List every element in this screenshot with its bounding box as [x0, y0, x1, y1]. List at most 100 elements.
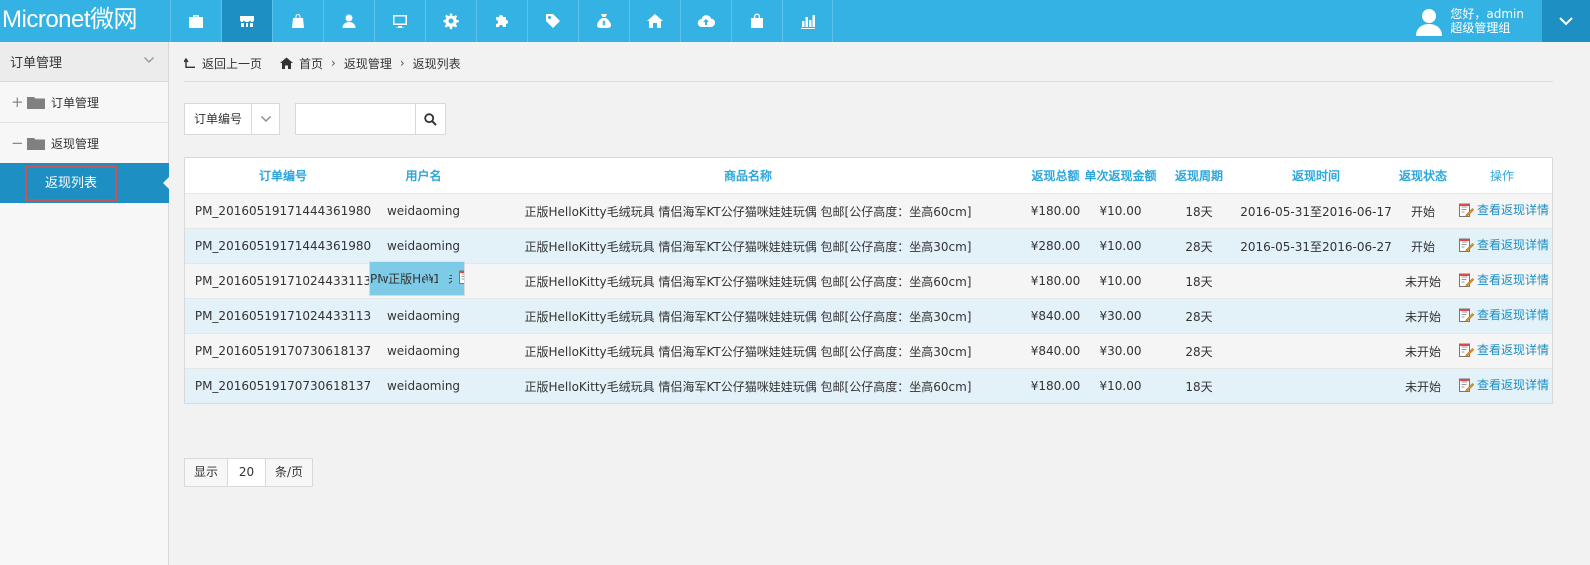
cashback-period-cell: 18天	[1185, 204, 1213, 219]
user-info[interactable]: 您好，admin 超级管理组	[1414, 0, 1524, 42]
user-icon	[342, 14, 356, 28]
cashback-time-cell: 2016-05-31至2016-06-27	[1240, 239, 1392, 254]
table-row[interactable]: PM_20160519170730618137 weidaoming 正版Hello…	[185, 368, 1552, 403]
page-size-input[interactable]: 20	[227, 459, 267, 486]
view-detail-link[interactable]: 查看返现详情	[458, 269, 465, 286]
nav-user-button[interactable]	[323, 0, 374, 42]
view-detail-link[interactable]: 查看返现详情	[1458, 201, 1549, 218]
search-field-select-value: 订单编号	[194, 112, 243, 126]
table-row[interactable]: PM_20160519170730618137 weidaoming 正版Hello…	[185, 333, 1552, 368]
sidebar-group-label: 订单管理	[51, 95, 100, 110]
search-button[interactable]	[415, 103, 446, 135]
column-header[interactable]: 返现周期	[1160, 167, 1238, 184]
view-detail-link[interactable]: 查看返现详情	[1458, 271, 1549, 288]
total-cashback-cell: ¥840.00	[1030, 309, 1081, 323]
cashback-period-cell: 18天	[433, 272, 439, 286]
view-detail-link[interactable]: 查看返现详情	[1458, 376, 1549, 393]
cashback-period-cell: 28天	[1185, 309, 1213, 324]
single-cashback-cell: ¥30.00	[1099, 344, 1142, 358]
order-number-cell: PM_20160519170547962265	[370, 271, 383, 286]
back-link[interactable]: 返回上一页	[202, 55, 262, 72]
breadcrumb-section-link[interactable]: 返现管理	[344, 55, 392, 72]
sidebar-header[interactable]: 订单管理	[0, 42, 168, 82]
breadcrumb-current: 返现列表	[412, 56, 461, 71]
sidebar-group-label: 返现管理	[51, 136, 100, 151]
nav-bag-button[interactable]	[731, 0, 782, 42]
home-icon	[280, 57, 294, 69]
sidebar-header-label: 订单管理	[10, 56, 63, 71]
search-input[interactable]	[295, 103, 416, 135]
user-role: 超级管理组	[1450, 21, 1511, 35]
username-cell: weidaoming	[386, 379, 461, 393]
nav-monitor-button[interactable]	[374, 0, 425, 42]
nav-tag-button[interactable]	[527, 0, 578, 42]
nav-briefcase-button[interactable]	[170, 0, 221, 42]
column-header[interactable]: 返现时间	[1238, 167, 1394, 184]
column-header[interactable]: 返现状态	[1394, 167, 1452, 184]
user-menu-toggle[interactable]	[1542, 0, 1590, 42]
app-logo: Micronet微网	[2, 6, 138, 33]
cloud-upload-icon	[697, 15, 715, 28]
username-cell: weidaoming	[386, 309, 461, 323]
table-row[interactable]: PM_20160519171024433113 weidaoming 正版Hello…	[185, 298, 1552, 333]
cashback-status-cell: 未开始	[1404, 274, 1441, 289]
total-cashback-cell: ¥180.00	[1030, 274, 1081, 288]
nav-puzzle-button[interactable]	[476, 0, 527, 42]
gear-icon	[443, 13, 459, 30]
view-detail-label: 查看返现详情	[1477, 378, 1550, 393]
action-cell: 查看返现详情	[1452, 306, 1552, 326]
chevron-down-icon	[1559, 17, 1573, 26]
nav-bar-chart-button[interactable]	[782, 0, 833, 42]
column-header[interactable]: 单次返现金额	[1081, 167, 1160, 184]
nav-shopping-bag-button[interactable]	[272, 0, 323, 42]
cashback-status-cell: 未开始	[1404, 344, 1441, 359]
bag-icon	[751, 13, 763, 28]
cashback-status-cell: 开始	[1410, 204, 1435, 219]
search-field-select[interactable]: 订单编号	[184, 103, 280, 135]
view-detail-link[interactable]: 查看返现详情	[1458, 341, 1549, 358]
cashback-table: 订单编号 用户名 商品名称 返现总额 单次返现金额 返现周期 返现时间 返现状态…	[184, 157, 1553, 404]
sidebar-group-orders[interactable]: + 订单管理	[0, 82, 168, 123]
table-header-row: 订单编号 用户名 商品名称 返现总额 单次返现金额 返现周期 返现时间 返现状态…	[185, 158, 1552, 193]
table-body: PM_20160519171444361980 weidaoming 正版Hello…	[185, 193, 1552, 403]
sidebar-group-cashback[interactable]: − 返现管理	[0, 123, 168, 164]
table-row[interactable]: PM_20160519171444361980 weidaoming 正版Hello…	[185, 193, 1552, 228]
breadcrumb: 返回上一页 首页 › 返现管理 › 返现列表	[184, 54, 461, 72]
top-nav	[170, 0, 833, 42]
product-name-cell: 正版HelloKitty毛绒玩具 情侣海军KT公仔猫咪娃娃玩偶 包邮[公仔高度：…	[524, 309, 972, 324]
column-header[interactable]: 订单编号	[185, 167, 381, 184]
money-bag-icon	[597, 14, 611, 28]
nav-home-button[interactable]	[629, 0, 680, 42]
product-name-cell: 正版HelloKitty毛绒玩具 情侣海军KT公仔猫咪娃娃玩偶 包邮[公仔高度：…	[524, 344, 972, 359]
breadcrumb-home-link[interactable]: 首页	[299, 55, 323, 72]
page-size-unit: 条/页	[275, 465, 304, 479]
table-row[interactable]: PM_20160519170547962265weidaoming正版Hello…	[369, 261, 465, 296]
single-cashback-cell: ¥10.00	[1099, 379, 1142, 393]
column-header[interactable]: 商品名称	[466, 167, 1030, 184]
nav-cloud-upload-button[interactable]	[680, 0, 731, 42]
single-cashback-cell: ¥30.00	[1099, 309, 1142, 323]
total-cashback-cell: ¥180.00	[1030, 379, 1081, 393]
single-cashback-cell: ¥10.00	[1099, 204, 1142, 218]
breadcrumb-separator: ›	[399, 56, 405, 70]
bar-chart-icon	[800, 15, 815, 29]
chevron-down-icon	[251, 104, 279, 134]
sidebar-item-label: 返现列表	[25, 166, 117, 201]
view-detail-link[interactable]: 查看返现详情	[1458, 236, 1549, 253]
cashback-period-cell: 18天	[1185, 379, 1213, 394]
table-row[interactable]: PM_20160519171444361980 weidaoming 正版Hello…	[185, 228, 1552, 263]
product-name-cell: 正版HelloKitty毛绒玩具 情侣海军KT公仔猫咪娃娃玩偶 包邮[公仔高度：…	[524, 204, 972, 219]
edit-document-icon	[1459, 273, 1474, 287]
nav-money-bag-button[interactable]	[578, 0, 629, 42]
view-detail-link[interactable]: 查看返现详情	[1458, 306, 1549, 323]
cashback-period-cell: 28天	[1185, 344, 1213, 359]
shopping-bag-icon	[292, 14, 304, 28]
column-header[interactable]: 用户名	[381, 167, 466, 184]
column-header[interactable]: 返现总额	[1030, 167, 1081, 184]
sidebar-item-cashback-list[interactable]: 返现列表	[0, 163, 170, 203]
collapse-minus-icon: −	[11, 134, 24, 152]
order-number-cell: PM_20160519170730618137	[194, 379, 372, 393]
nav-gear-button[interactable]	[425, 0, 476, 42]
nav-store-button[interactable]	[221, 0, 272, 42]
cashback-time-cell: 2016-05-31至2016-06-17	[1240, 204, 1392, 219]
